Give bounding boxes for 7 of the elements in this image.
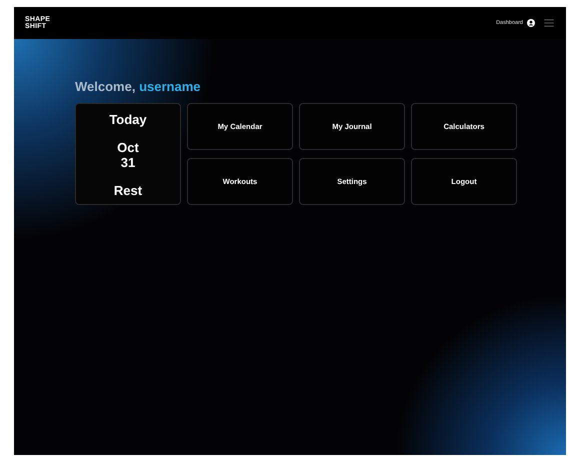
date-month: Oct	[117, 140, 139, 155]
menu-icon[interactable]	[544, 19, 554, 27]
today-label: Today	[109, 112, 147, 127]
welcome-heading: Welcome, username	[75, 79, 202, 94]
user-icon[interactable]	[527, 19, 535, 27]
activity-label: Rest	[114, 183, 142, 198]
date-day: 31	[120, 155, 136, 170]
